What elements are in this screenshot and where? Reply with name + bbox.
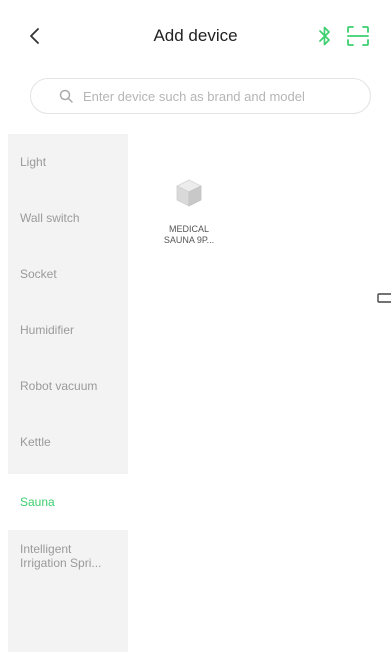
search-input[interactable] (83, 88, 353, 104)
bluetooth-button[interactable] (314, 24, 336, 48)
sidebar-item-label: Wall switch (20, 211, 80, 225)
device-name: MEDICAL SAUNA 9P... (163, 224, 215, 245)
floating-edge-handle[interactable] (377, 290, 391, 303)
sidebar-item-intelligent-irrigation[interactable]: Intelligent Irrigation Spri... (8, 532, 128, 592)
device-card[interactable]: MEDICAL SAUNA 9P... (150, 178, 228, 246)
sidebar-item-robot-vacuum[interactable]: Robot vacuum (8, 358, 128, 414)
sidebar-item-label: Kettle (20, 435, 51, 449)
sidebar-item-sauna[interactable]: Sauna (8, 474, 128, 530)
category-sidebar: Light Wall switch Socket Humidifier Robo… (8, 134, 128, 652)
sidebar-item-label: Socket (20, 267, 57, 281)
tab-handle-icon (377, 293, 391, 303)
search-icon (59, 88, 75, 104)
sidebar-item-label: Robot vacuum (20, 379, 98, 393)
sidebar-item-kettle[interactable]: Kettle (8, 414, 128, 470)
sidebar-item-label: Light (20, 155, 47, 169)
scan-icon (347, 26, 369, 46)
sidebar-item-humidifier[interactable]: Humidifier (8, 302, 128, 358)
sidebar-item-socket[interactable]: Socket (8, 246, 128, 302)
search-bar (30, 78, 371, 114)
sidebar-item-light[interactable]: Light (8, 134, 128, 190)
scan-button[interactable] (345, 24, 371, 48)
sidebar-item-wall-switch[interactable]: Wall switch (8, 190, 128, 246)
sidebar-item-label: Intelligent Irrigation Spri... (20, 542, 102, 570)
cube-icon (176, 179, 202, 207)
sidebar-item-label: Humidifier (20, 323, 75, 337)
sidebar-item-label: Sauna (20, 495, 55, 509)
header: Add device (0, 0, 391, 72)
bluetooth-icon (319, 26, 330, 46)
